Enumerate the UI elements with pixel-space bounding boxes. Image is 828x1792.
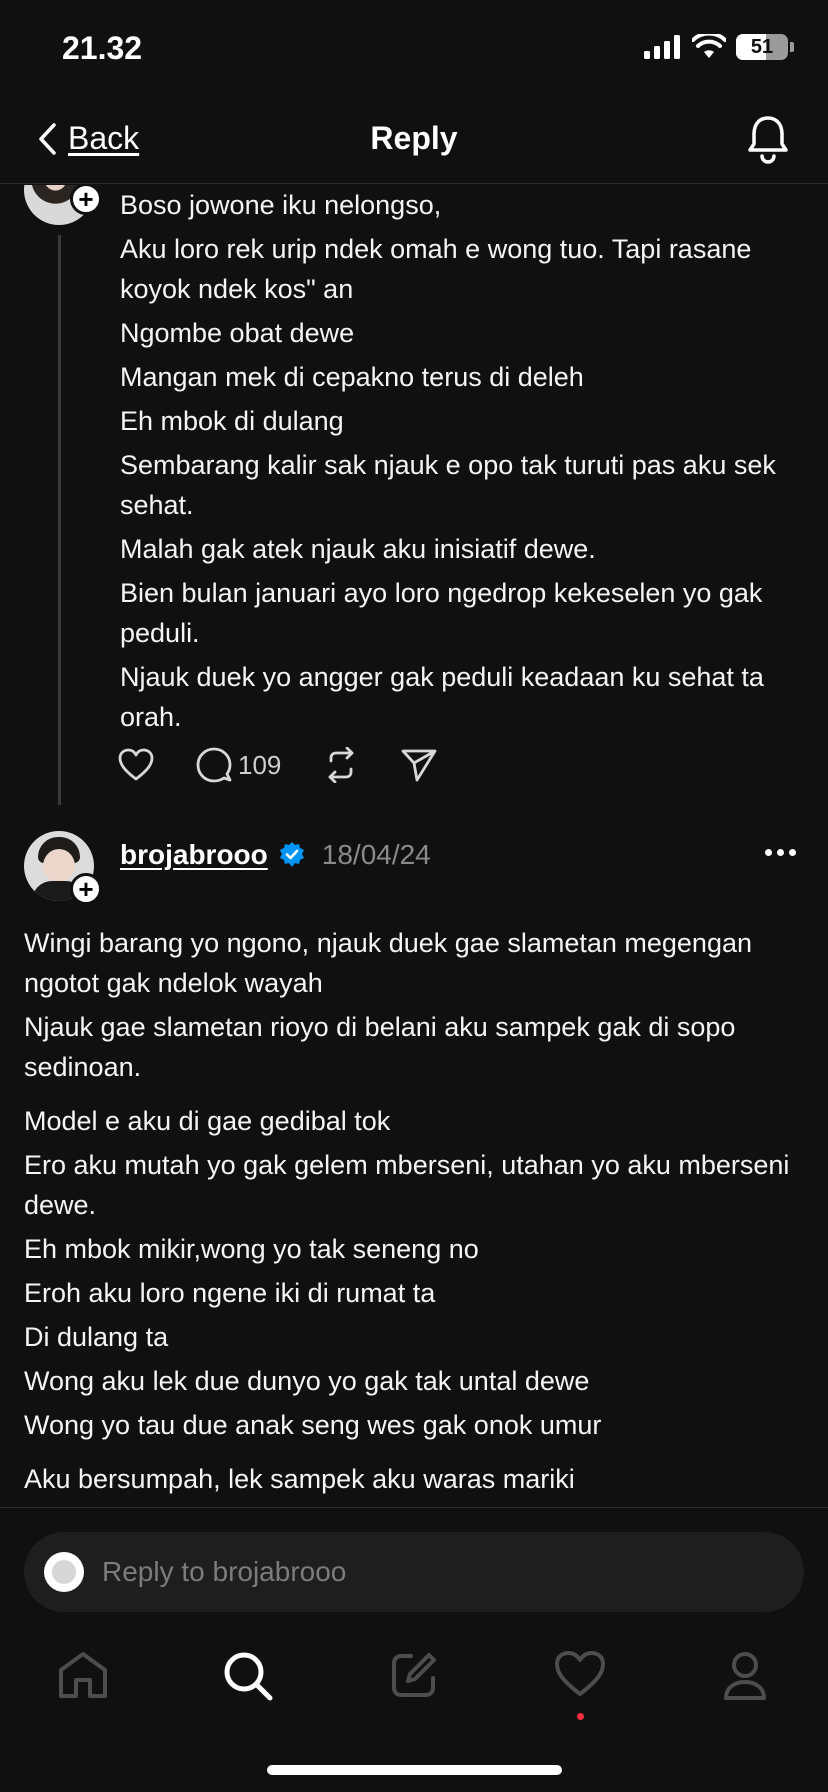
page-title: Reply [370, 120, 458, 156]
post-line: Aku bersumpah, lek sampek aku waras mari… [24, 1464, 575, 1494]
main-post-body: Wingi barang yo ngono, njauk duek gae sl… [24, 923, 814, 1503]
more-icon-dot [765, 849, 772, 856]
tab-search[interactable] [208, 1650, 288, 1702]
heart-icon [554, 1651, 605, 1696]
post-line: Eroh aku loro ngene iki di rumat ta [24, 1278, 436, 1308]
thread-content[interactable]: + Boso jowone iku nelongso, Aku loro rek… [0, 185, 828, 1507]
status-time: 21.32 [62, 30, 143, 66]
like-button[interactable] [118, 748, 154, 782]
current-user-avatar [44, 1552, 84, 1592]
verified-badge-icon [279, 842, 304, 867]
post-header: brojabrooo 18/04/24 [120, 839, 431, 871]
post-line: Model e aku di gae gedibal tok [24, 1106, 391, 1136]
compose-icon [391, 1653, 436, 1697]
nav-header: Back Reply [0, 100, 828, 184]
post-line: Eh mbok mikir,wong yo tak seneng no [24, 1234, 479, 1264]
battery-icon: 51 [736, 34, 788, 60]
tab-home[interactable] [43, 1650, 123, 1700]
post-date: 18/04/24 [321, 839, 431, 870]
post-line: Wong yo tau due anak seng wes gak onok u… [24, 1410, 602, 1440]
post-line: Aku loro rek urip ndek omah e wong tuo. … [120, 234, 752, 304]
comment-icon [196, 747, 232, 783]
post-line: Mangan mek di cepakno terus di deleh [120, 362, 584, 392]
post-line: Bien bulan januari ayo loro ngedrop keke… [120, 578, 763, 648]
follow-plus-icon[interactable]: + [70, 873, 102, 905]
post-line: Di dulang ta [24, 1322, 169, 1352]
tab-activity[interactable] [540, 1650, 620, 1720]
tab-compose[interactable] [374, 1650, 454, 1700]
more-icon-dot [789, 849, 796, 856]
tab-bar [0, 1620, 828, 1740]
follow-plus-icon[interactable]: + [70, 185, 102, 215]
notification-dot [576, 1713, 584, 1720]
post-line: Ngombe obat dewe [120, 318, 355, 348]
post-actions: 109 [118, 747, 479, 783]
wifi-icon [692, 34, 726, 58]
status-icons: 51 [644, 34, 794, 60]
repost-icon [328, 747, 354, 783]
post-line: Malah gak atek njauk aku inisiatif dewe. [120, 534, 596, 564]
more-icon-dot [777, 849, 784, 856]
post-line: Njauk gae slametan rioyo di belani aku s… [24, 1012, 736, 1082]
post-line: Eh mbok di dulang [120, 406, 344, 436]
home-icon [58, 1652, 107, 1698]
more-options-button[interactable] [765, 849, 796, 856]
bell-icon [748, 116, 788, 164]
previous-post-body: Boso jowone iku nelongso, Aku loro rek u… [120, 185, 810, 741]
home-indicator[interactable] [267, 1765, 562, 1775]
reply-input[interactable]: Reply to brojabrooo [24, 1532, 804, 1612]
battery-level: 51 [750, 35, 774, 58]
search-icon [224, 1652, 273, 1701]
post-line: Sembarang kalir sak njauk e opo tak turu… [120, 450, 776, 520]
reply-count: 109 [238, 749, 282, 780]
status-bar: 21.32 51 [0, 0, 828, 100]
post-line: Boso jowone iku nelongso, [120, 190, 442, 220]
share-button[interactable] [401, 748, 437, 782]
post-line: Njauk duek yo angger gak peduli keadaan … [120, 662, 764, 732]
post-line: Ero aku mutah yo gak gelem mberseni, uta… [24, 1150, 790, 1220]
notifications-button[interactable] [746, 114, 790, 169]
comment-button[interactable]: 109 [196, 747, 281, 783]
cellular-signal-icon [644, 35, 680, 59]
reply-bar: Reply to brojabrooo [0, 1507, 828, 1619]
post-line: Wingi barang yo ngono, njauk duek gae sl… [24, 928, 752, 998]
author-username[interactable]: brojabrooo [120, 839, 268, 871]
tab-profile[interactable] [705, 1650, 785, 1702]
reply-placeholder: Reply to brojabrooo [102, 1556, 347, 1587]
thread-line [58, 235, 61, 805]
post-line: Wong aku lek due dunyo yo gak tak untal … [24, 1366, 590, 1396]
repost-button[interactable] [323, 747, 359, 783]
send-icon [401, 749, 437, 782]
profile-icon [724, 1652, 767, 1700]
heart-icon [118, 748, 154, 781]
